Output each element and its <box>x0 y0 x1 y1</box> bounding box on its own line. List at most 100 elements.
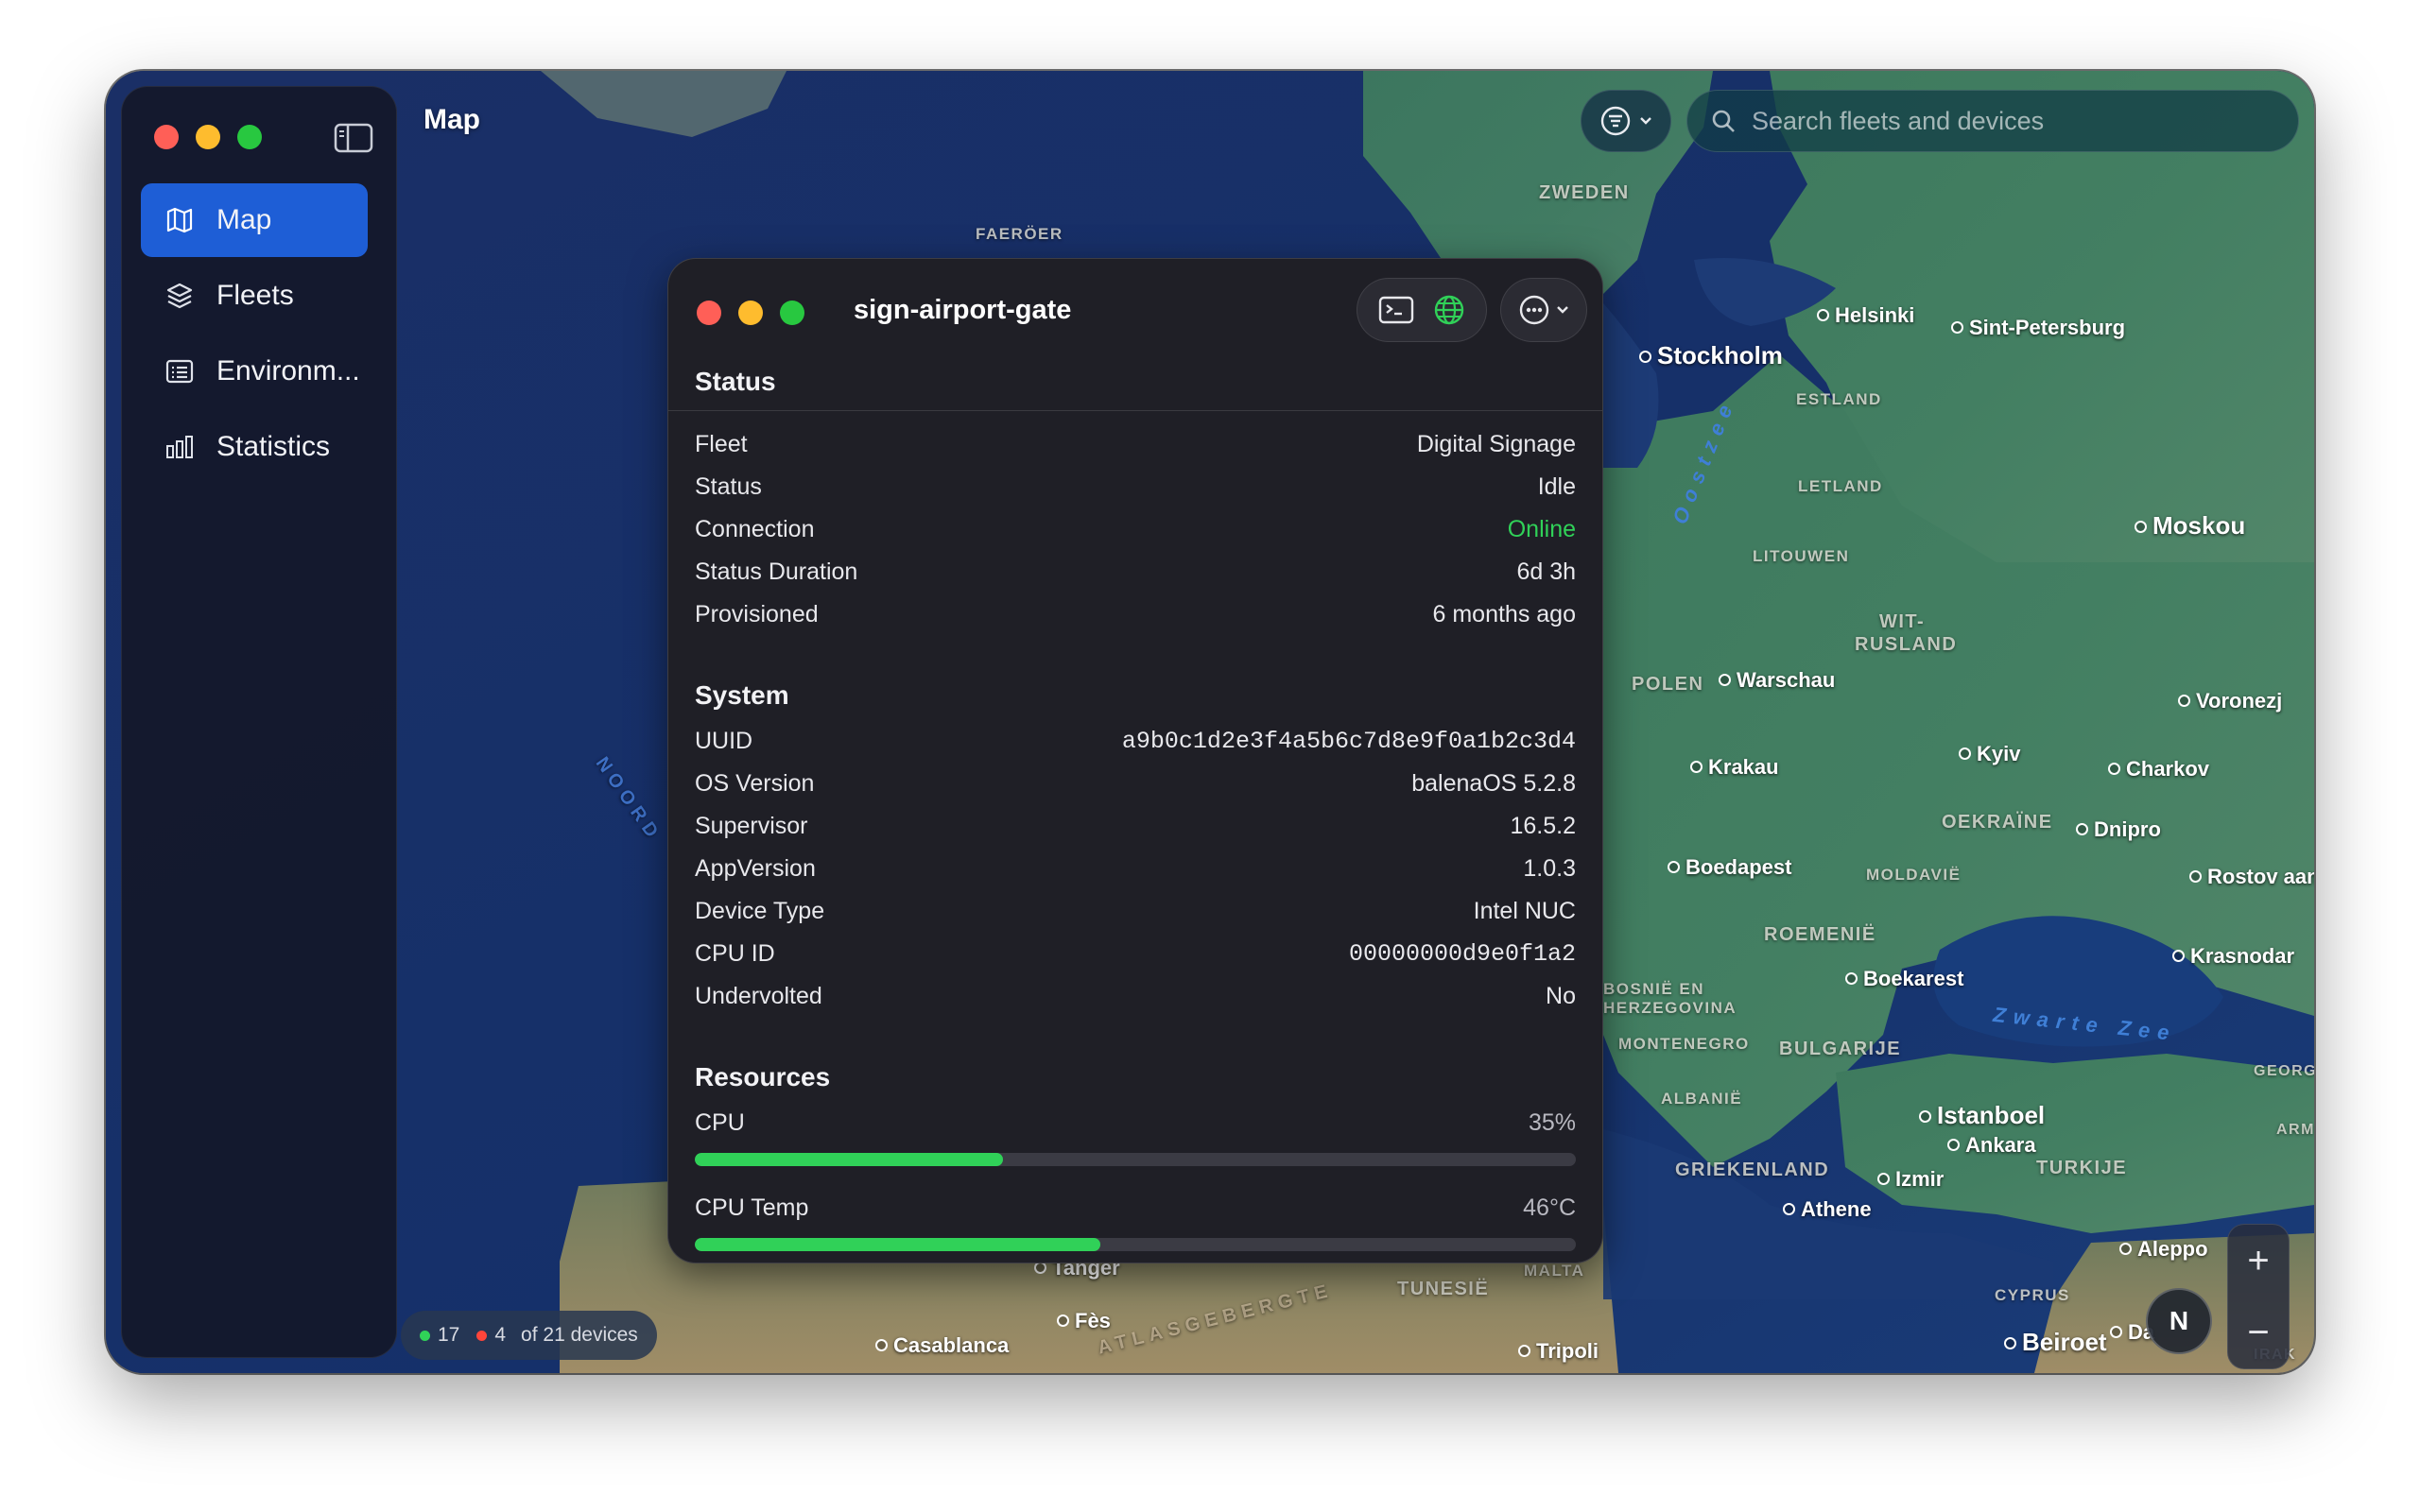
sidebar-item-fleets[interactable]: Fleets <box>141 259 368 333</box>
app-window: ZWEDEN FAERÖER ESTLAND LETLAND LITOUWEN … <box>106 71 2314 1373</box>
row-label: Connection <box>695 516 815 542</box>
country-label: ESTLAND <box>1796 390 1882 408</box>
row-label: CPU <box>695 1109 745 1136</box>
section-title-resources: Resources <box>695 1062 831 1091</box>
country-label: POLEN <box>1632 674 1704 695</box>
row-value: Digital Signage <box>1416 431 1576 457</box>
city-label: Voronezj <box>2178 689 2282 713</box>
city-label: Sint-Petersburg <box>1951 316 2125 340</box>
row-label: Supervisor <box>695 813 808 839</box>
offline-count: 4 <box>494 1324 507 1346</box>
country-label: ARM <box>2276 1122 2314 1138</box>
info-row-supervisor: Supervisor 16.5.2 <box>695 813 1576 840</box>
section-title-status: Status <box>695 367 776 396</box>
map-icon <box>166 207 193 233</box>
city-label: Aleppo <box>2119 1237 2208 1262</box>
row-label: CPU ID <box>695 940 775 967</box>
row-label: Undervolted <box>695 983 822 1009</box>
city-label: Athene <box>1783 1197 1872 1222</box>
row-value: 1.0.3 <box>1523 855 1576 882</box>
sidebar-item-label: Environm... <box>216 355 360 387</box>
city-label: Helsinki <box>1817 303 1914 328</box>
window-controls <box>154 125 262 149</box>
info-row-device-type: Device Type Intel NUC <box>695 898 1576 925</box>
search-input[interactable] <box>1752 106 2281 136</box>
country-label: TURKIJE <box>2036 1158 2128 1178</box>
minimize-panel-button[interactable] <box>738 301 763 325</box>
country-label: FAERÖER <box>976 225 1063 243</box>
close-panel-button[interactable] <box>697 301 721 325</box>
country-label: GRIEKENLAND <box>1675 1160 1830 1180</box>
panel-window-controls <box>697 301 804 325</box>
connection-status-badge: Online <box>1507 516 1576 542</box>
compass-button[interactable]: N <box>2146 1288 2212 1354</box>
city-label: Tripoli <box>1518 1339 1599 1364</box>
row-label: CPU Temp <box>695 1194 809 1221</box>
row-value: balenaOS 5.2.8 <box>1411 770 1576 797</box>
sidebar-toggle-icon[interactable] <box>334 123 373 153</box>
city-label: Ankara <box>1947 1133 2036 1158</box>
row-label: UUID <box>695 728 753 754</box>
row-label: Provisioned <box>695 601 819 627</box>
info-row-status: Status Idle <box>695 473 1576 501</box>
resource-row-cpu: CPU 35% <box>695 1109 1576 1137</box>
sidebar-item-label: Statistics <box>216 431 331 462</box>
country-label: OEKRAÏNE <box>1942 812 2053 833</box>
total-devices-text: of 21 devices <box>521 1324 638 1346</box>
cpu-temp-fill <box>695 1238 1100 1251</box>
city-label: Istanboel <box>1919 1101 2045 1130</box>
zoom-out-button[interactable]: − <box>2247 1312 2269 1354</box>
row-label: Fleet <box>695 431 748 457</box>
filter-button[interactable] <box>1581 90 1671 152</box>
device-actions-group <box>1357 278 1487 342</box>
list-icon <box>165 359 194 384</box>
sidebar-item-statistics[interactable]: Statistics <box>141 410 368 484</box>
globe-icon[interactable] <box>1432 293 1466 327</box>
device-count-badge: 17 4 of 21 devices <box>401 1311 657 1360</box>
more-options-button[interactable] <box>1500 278 1587 342</box>
city-label: Dnipro <box>2076 817 2161 842</box>
zoom-window-button[interactable] <box>237 125 262 149</box>
row-value: 35% <box>1528 1109 1576 1136</box>
minimize-window-button[interactable] <box>196 125 220 149</box>
row-value: 6d 3h <box>1516 558 1576 585</box>
row-label: OS Version <box>695 770 815 797</box>
divider <box>668 410 1602 411</box>
terminal-icon[interactable] <box>1377 295 1415 325</box>
cpu-usage-fill <box>695 1153 1004 1166</box>
city-label: Beiroet <box>2004 1328 2107 1357</box>
country-label: LETLAND <box>1798 477 1883 495</box>
city-label: Casablanca <box>875 1333 1009 1358</box>
country-label: MALTA <box>1524 1262 1585 1280</box>
sidebar-item-environments[interactable]: Environm... <box>141 335 368 408</box>
city-label: Stockholm <box>1639 341 1783 370</box>
online-count: 17 <box>438 1324 460 1346</box>
row-value: 46°C <box>1523 1194 1576 1221</box>
search-bar <box>1686 90 2299 152</box>
sidebar-item-map[interactable]: Map <box>141 183 368 257</box>
sidebar-nav: Map Fleets Environm... Statistics <box>141 183 368 486</box>
country-label: RUSLAND <box>1855 634 1958 655</box>
row-label: Status Duration <box>695 558 858 585</box>
row-value: Idle <box>1537 473 1576 500</box>
row-value: 6 months ago <box>1432 601 1577 627</box>
row-value: No <box>1546 983 1576 1009</box>
row-value: Intel NUC <box>1473 898 1576 924</box>
info-row-app-version: AppVersion 1.0.3 <box>695 855 1576 883</box>
row-label: Status <box>695 473 762 500</box>
close-window-button[interactable] <box>154 125 179 149</box>
sidebar-item-label: Map <box>216 204 272 235</box>
city-label: Boedapest <box>1668 855 1791 880</box>
country-label: ALBANIË <box>1661 1090 1743 1108</box>
city-label: Charkov <box>2108 757 2209 782</box>
cpu-temp-bar <box>695 1238 1576 1251</box>
zoom-panel-button[interactable] <box>780 301 804 325</box>
city-label: Krasnodar <box>2172 944 2294 969</box>
country-label: WIT- <box>1879 611 1926 632</box>
city-label: Moskou <box>2135 511 2245 541</box>
online-dot-icon <box>420 1330 430 1341</box>
page-title: Map <box>424 104 480 135</box>
zoom-in-button[interactable]: + <box>2247 1240 2269 1282</box>
country-label: BULGARIJE <box>1779 1039 1902 1059</box>
info-row-provisioned: Provisioned 6 months ago <box>695 601 1576 628</box>
